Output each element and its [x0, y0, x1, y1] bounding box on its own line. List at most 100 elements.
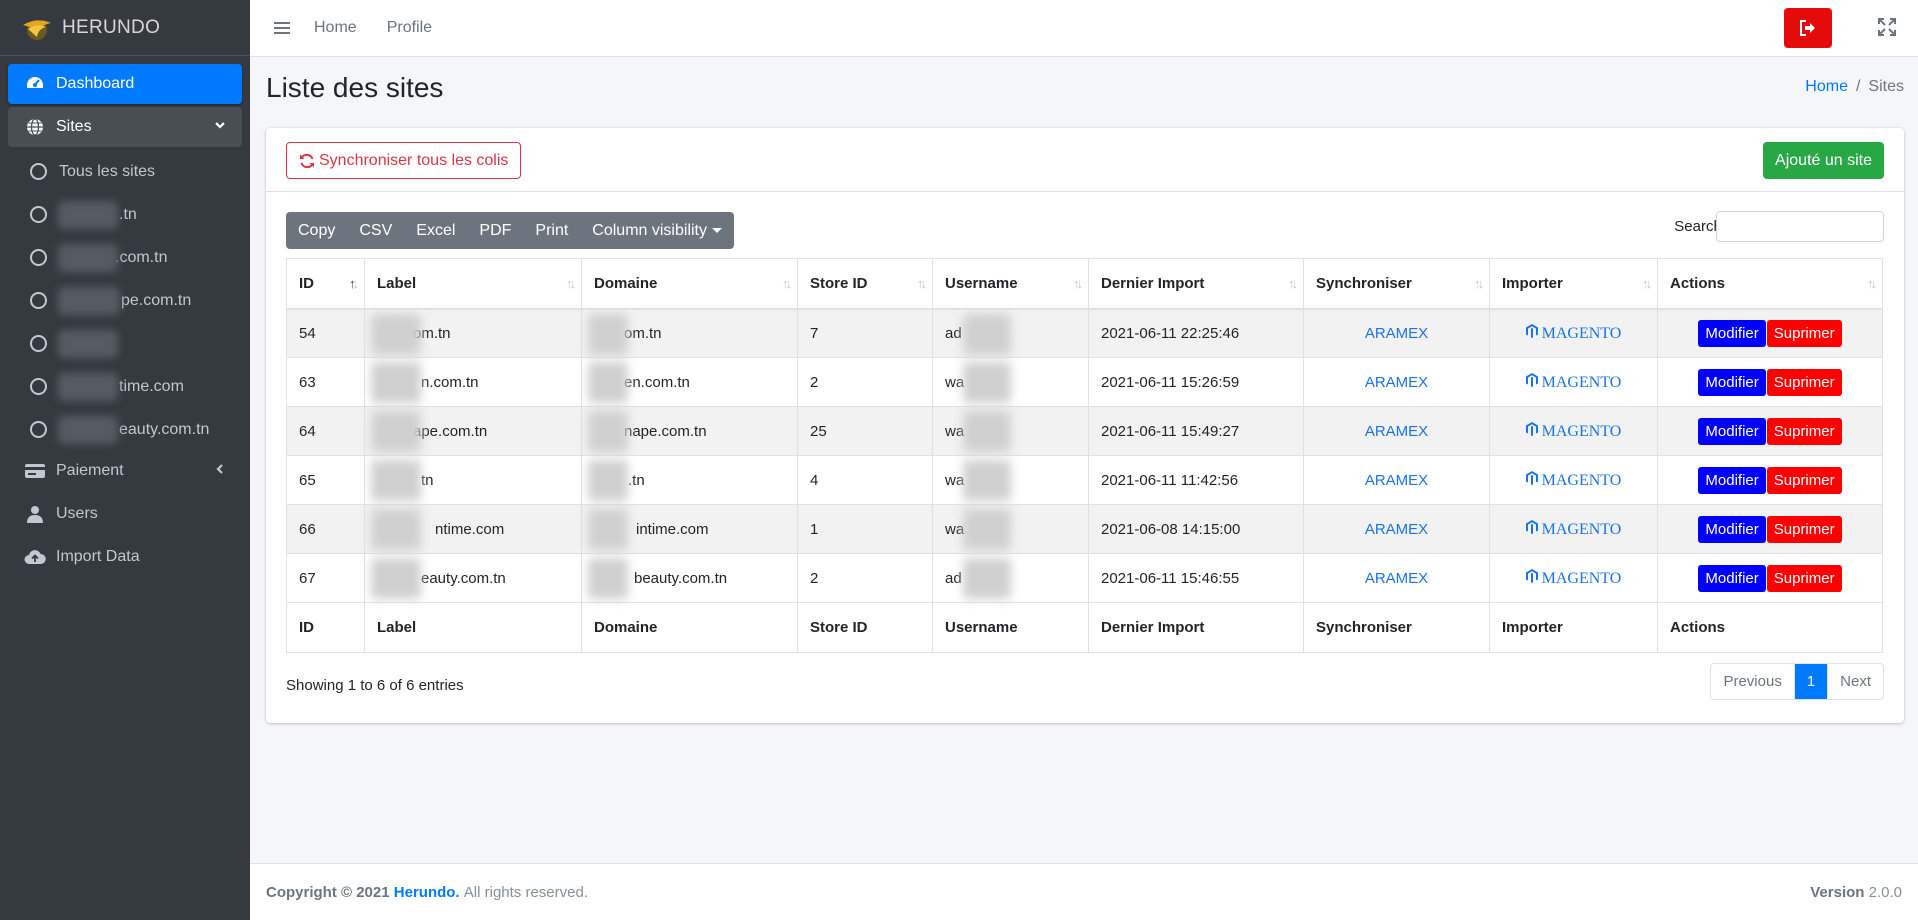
footer-header-label: Label	[364, 602, 582, 653]
sidebar-item-sites[interactable]: Sites	[8, 107, 242, 147]
sites-card: Synchroniser tous les colis Ajouté un si…	[266, 128, 1904, 723]
cell-store-id: 7	[797, 308, 933, 358]
magento-link[interactable]: MAGENTO	[1525, 519, 1621, 538]
modifier-button[interactable]: Modifier	[1698, 564, 1766, 592]
column-header-importer[interactable]: Importer ↑↓	[1489, 258, 1658, 310]
brand-name: HERUNDO	[62, 16, 161, 38]
breadcrumb-separator: /	[1855, 78, 1861, 95]
supprimer-button[interactable]: Suprimer	[1766, 564, 1842, 592]
aramex-link[interactable]: ARAMEX	[1365, 472, 1428, 489]
sidebar-item-paiement[interactable]: Paiement	[8, 451, 242, 491]
sidebar-subitem-site[interactable]: pe.com.tn	[8, 279, 242, 322]
aramex-link[interactable]: ARAMEX	[1365, 521, 1428, 538]
cell-synchroniser: ARAMEX	[1303, 308, 1490, 358]
magento-link[interactable]: MAGENTO	[1525, 323, 1621, 342]
aramex-link[interactable]: ARAMEX	[1365, 570, 1428, 587]
modifier-button[interactable]: Modifier	[1698, 515, 1766, 543]
cell-dernier-import: 2021-06-11 15:46:55	[1088, 553, 1304, 603]
cell-store-id: 1	[797, 504, 933, 554]
column-visibility-button[interactable]: Column visibility	[580, 212, 734, 249]
pagination: Previous 1 Next	[1710, 663, 1884, 700]
modifier-button[interactable]: Modifier	[1698, 319, 1766, 347]
modifier-button[interactable]: Modifier	[1698, 466, 1766, 494]
supprimer-button[interactable]: Suprimer	[1766, 417, 1842, 445]
magento-link[interactable]: MAGENTO	[1525, 470, 1621, 489]
aramex-link[interactable]: ARAMEX	[1365, 423, 1428, 440]
sidebar-subitem-site[interactable]: eauty.com.tn	[8, 408, 242, 451]
print-button[interactable]: Print	[523, 212, 580, 249]
column-header-synchroniser[interactable]: Synchroniser ↑↓	[1303, 258, 1490, 310]
redaction-blur	[371, 509, 421, 550]
chevron-left-icon	[214, 462, 226, 480]
sidebar-subitem-site[interactable]: time.com	[8, 365, 242, 408]
cell-importer: MAGENTO	[1489, 308, 1658, 358]
pdf-button[interactable]: PDF	[467, 212, 523, 249]
column-header-username[interactable]: Username ↑↓	[932, 258, 1089, 310]
sort-asc-icon: ↑↓	[349, 276, 359, 291]
cell-domaine: intime.com	[581, 504, 798, 554]
sort-icon: ↑↓	[566, 276, 576, 291]
redaction-blur	[58, 330, 118, 358]
search-input[interactable]	[1716, 211, 1884, 242]
column-header-domaine[interactable]: Domaine ↑↓	[581, 258, 798, 310]
redaction-blur	[963, 509, 1011, 550]
magento-link[interactable]: MAGENTO	[1525, 421, 1621, 440]
column-header-store-id[interactable]: Store ID ↑↓	[797, 258, 933, 310]
excel-button[interactable]: Excel	[404, 212, 467, 249]
breadcrumb-home-link[interactable]: Home	[1805, 78, 1848, 95]
table-row: 64 ape.com.tn nape.com.tn 25 wa 2021-06-…	[286, 406, 1883, 456]
cell-label: ntime.com	[364, 504, 582, 554]
copy-button[interactable]: Copy	[286, 212, 347, 249]
card-icon	[24, 460, 46, 482]
column-header-actions[interactable]: Actions ↑↓	[1657, 258, 1883, 310]
pagination-page[interactable]: 1	[1794, 664, 1829, 699]
aramex-link[interactable]: ARAMEX	[1365, 374, 1428, 391]
logout-button[interactable]	[1784, 8, 1832, 48]
column-header-label[interactable]: Label ↑↓	[364, 258, 582, 310]
sidebar-item-dashboard[interactable]: Dashboard	[8, 64, 242, 104]
column-header-id[interactable]: ID ↑↓	[286, 258, 365, 310]
column-header-dernier-import[interactable]: Dernier Import ↑↓	[1088, 258, 1304, 310]
supprimer-button[interactable]: Suprimer	[1766, 466, 1842, 494]
sidebar-subitem-site[interactable]: .com.tn	[8, 236, 242, 279]
hamburger-menu-icon[interactable]	[274, 22, 290, 34]
csv-button[interactable]: CSV	[347, 212, 404, 249]
sidebar: HERUNDO Dashboard Sites Tous les sites .…	[0, 0, 250, 920]
sidebar-item-users[interactable]: Users	[8, 494, 242, 534]
nav-home-link[interactable]: Home	[314, 19, 357, 37]
redaction-blur	[588, 362, 628, 403]
pagination-previous[interactable]: Previous	[1711, 664, 1795, 699]
magento-link[interactable]: MAGENTO	[1525, 372, 1621, 391]
breadcrumb: Home / Sites	[1805, 78, 1904, 96]
cell-dernier-import: 2021-06-11 15:26:59	[1088, 357, 1304, 407]
modifier-button[interactable]: Modifier	[1698, 368, 1766, 396]
modifier-button[interactable]: Modifier	[1698, 417, 1766, 445]
circle-icon	[30, 163, 47, 180]
sidebar-subitem-all-sites[interactable]: Tous les sites	[8, 150, 242, 193]
pagination-next[interactable]: Next	[1828, 664, 1883, 699]
redaction-blur	[588, 460, 628, 501]
sort-icon: ↑↓	[1073, 276, 1083, 291]
fullscreen-button[interactable]	[1878, 18, 1896, 36]
footer-company-link[interactable]: Herundo.	[394, 884, 460, 901]
aramex-link[interactable]: ARAMEX	[1365, 325, 1428, 342]
sort-icon: ↑↓	[1642, 276, 1652, 291]
cell-store-id: 25	[797, 406, 933, 456]
supprimer-button[interactable]: Suprimer	[1766, 515, 1842, 543]
supprimer-button[interactable]: Suprimer	[1766, 319, 1842, 347]
sidebar-subitem-site[interactable]	[8, 322, 242, 365]
magento-link[interactable]: MAGENTO	[1525, 568, 1621, 587]
sidebar-item-import-data[interactable]: Import Data	[8, 537, 242, 577]
supprimer-button[interactable]: Suprimer	[1766, 368, 1842, 396]
sync-all-button[interactable]: Synchroniser tous les colis	[286, 142, 522, 179]
brand[interactable]: HERUNDO	[0, 0, 250, 56]
brand-logo-icon	[23, 19, 51, 40]
table-row: 65 tn .tn 4 wa 2021-06-11 11:42:56 ARAME…	[286, 455, 1883, 505]
cell-store-id: 2	[797, 553, 933, 603]
circle-icon	[30, 292, 47, 309]
sidebar-subitem-site[interactable]: .tn	[8, 193, 242, 236]
cell-importer: MAGENTO	[1489, 553, 1658, 603]
cell-synchroniser: ARAMEX	[1303, 553, 1490, 603]
add-site-button[interactable]: Ajouté un site	[1763, 142, 1884, 179]
nav-profile-link[interactable]: Profile	[387, 19, 432, 37]
